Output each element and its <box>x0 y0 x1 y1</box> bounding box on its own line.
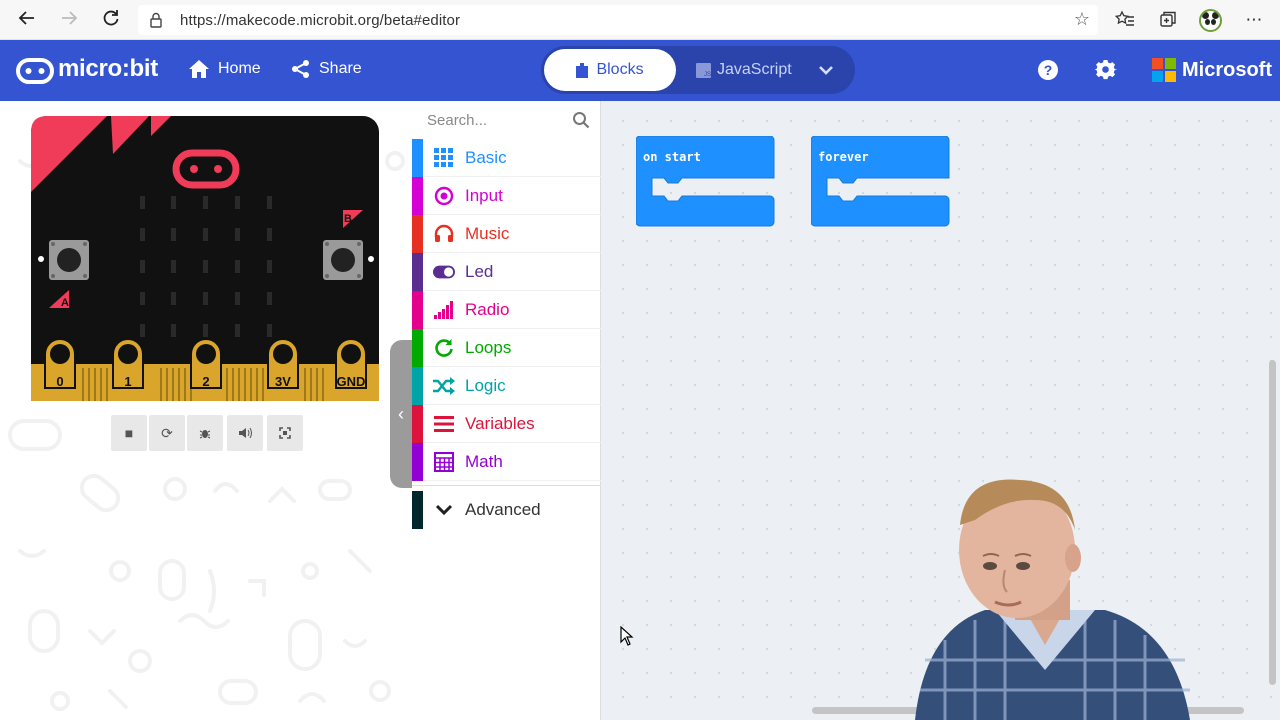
share-icon <box>292 60 309 78</box>
home-label: Home <box>218 60 261 77</box>
category-label: Logic <box>465 375 506 395</box>
headphones-icon <box>433 223 455 245</box>
pin-2-label: 2 <box>202 374 209 389</box>
category-variables[interactable]: Variables <box>412 404 601 443</box>
toolbox: Search... Basic Input Music Led Radio Lo… <box>412 101 601 720</box>
advanced-divider <box>412 485 601 486</box>
browser-toolbar: https://makecode.microbit.org/beta#edito… <box>0 0 1280 40</box>
microsoft-logo-icon[interactable] <box>1152 58 1176 82</box>
mouse-cursor-icon <box>620 626 634 646</box>
search-input[interactable]: Search... <box>427 112 487 129</box>
category-label: Music <box>465 223 510 243</box>
category-radio[interactable]: Radio <box>412 290 601 329</box>
help-icon[interactable]: ? <box>1037 59 1059 81</box>
shuffle-icon <box>433 375 455 397</box>
target-icon <box>433 185 455 207</box>
category-music[interactable]: Music <box>412 214 601 253</box>
javascript-icon: JS <box>696 62 711 78</box>
collapse-simulator-button[interactable]: ‹ <box>390 340 412 488</box>
signal-icon <box>433 299 455 321</box>
category-input[interactable]: Input <box>412 176 601 215</box>
category-label: Basic <box>465 147 507 167</box>
category-label: Math <box>465 451 503 471</box>
button-b-label: B <box>344 213 352 225</box>
block-label: on start <box>643 150 701 164</box>
category-label: Loops <box>465 337 512 357</box>
svg-text:?: ? <box>1044 62 1053 78</box>
advanced-label: Advanced <box>465 500 541 519</box>
address-bar[interactable]: https://makecode.microbit.org/beta#edito… <box>138 5 1098 35</box>
debug-icon[interactable] <box>187 415 223 451</box>
fullscreen-icon[interactable] <box>267 415 303 451</box>
category-logic[interactable]: Logic <box>412 366 601 405</box>
toolbox-search[interactable]: Search... <box>412 101 601 139</box>
search-icon[interactable] <box>572 111 590 129</box>
category-label: Radio <box>465 299 510 319</box>
stop-icon[interactable]: ■ <box>111 415 147 451</box>
category-loops[interactable]: Loops <box>412 328 601 367</box>
refresh-icon[interactable] <box>99 8 123 32</box>
button-a-label: A <box>61 297 69 309</box>
pin-1-label: 1 <box>124 374 131 389</box>
share-label: Share <box>319 60 362 77</box>
javascript-label: JavaScript <box>717 61 792 78</box>
url-text[interactable]: https://makecode.microbit.org/beta#edito… <box>180 12 460 29</box>
block-label: forever <box>818 150 869 164</box>
back-arrow-icon[interactable] <box>15 8 39 32</box>
pin-0-label: 0 <box>56 374 63 389</box>
home-icon <box>189 60 209 78</box>
category-label: Input <box>465 185 503 205</box>
forward-arrow-icon[interactable] <box>57 8 81 32</box>
chevron-down-icon <box>433 499 455 521</box>
restart-icon[interactable]: ⟳ <box>149 415 185 451</box>
calculator-icon <box>433 451 455 473</box>
favorites-icon[interactable] <box>1114 9 1136 31</box>
category-label: Variables <box>465 413 535 433</box>
svg-text:JS: JS <box>704 72 711 78</box>
category-led[interactable]: Led <box>412 252 601 291</box>
more-options-icon[interactable]: ⋯ <box>1243 9 1265 31</box>
category-advanced[interactable]: Advanced <box>412 491 601 529</box>
settings-gear-icon[interactable] <box>1095 59 1117 81</box>
mute-icon[interactable] <box>227 415 263 451</box>
microsoft-label[interactable]: Microsoft <box>1182 59 1272 82</box>
category-label: Led <box>465 261 494 281</box>
language-dropdown-chevron-icon[interactable] <box>818 60 834 81</box>
microbit-board[interactable]: A B 0 1 2 3V GND <box>31 116 379 401</box>
pin-gnd-label: GND <box>337 374 366 389</box>
toggle-icon <box>433 261 455 283</box>
loop-icon <box>433 337 455 359</box>
profile-avatar[interactable] <box>1199 9 1222 32</box>
grid-icon <box>433 147 455 169</box>
logo-text[interactable]: micro:bit <box>58 55 158 83</box>
workspace-vertical-scrollbar[interactable] <box>1269 360 1276 685</box>
home-button[interactable]: Home <box>188 59 261 79</box>
category-math[interactable]: Math <box>412 442 601 481</box>
share-button[interactable]: Share <box>291 59 362 79</box>
webcam-overlay <box>915 479 1190 720</box>
lock-icon <box>150 12 162 28</box>
blocks-tab[interactable]: Blocks <box>544 49 676 91</box>
microbit-logo-icon[interactable] <box>16 57 54 85</box>
favorite-star-icon[interactable]: ☆ <box>1074 9 1090 30</box>
javascript-tab[interactable]: JS JavaScript <box>696 61 792 79</box>
blocks-label: Blocks <box>596 61 644 78</box>
category-basic[interactable]: Basic <box>412 138 601 177</box>
pin-3v-label: 3V <box>275 374 291 389</box>
simulator-controls: ■ ⟳ <box>111 415 303 451</box>
collections-icon[interactable] <box>1157 9 1179 31</box>
lines-icon <box>433 413 455 435</box>
on-start-block[interactable]: on start <box>635 135 776 233</box>
puzzle-piece-icon <box>576 62 589 78</box>
forever-block[interactable]: forever <box>810 135 951 233</box>
